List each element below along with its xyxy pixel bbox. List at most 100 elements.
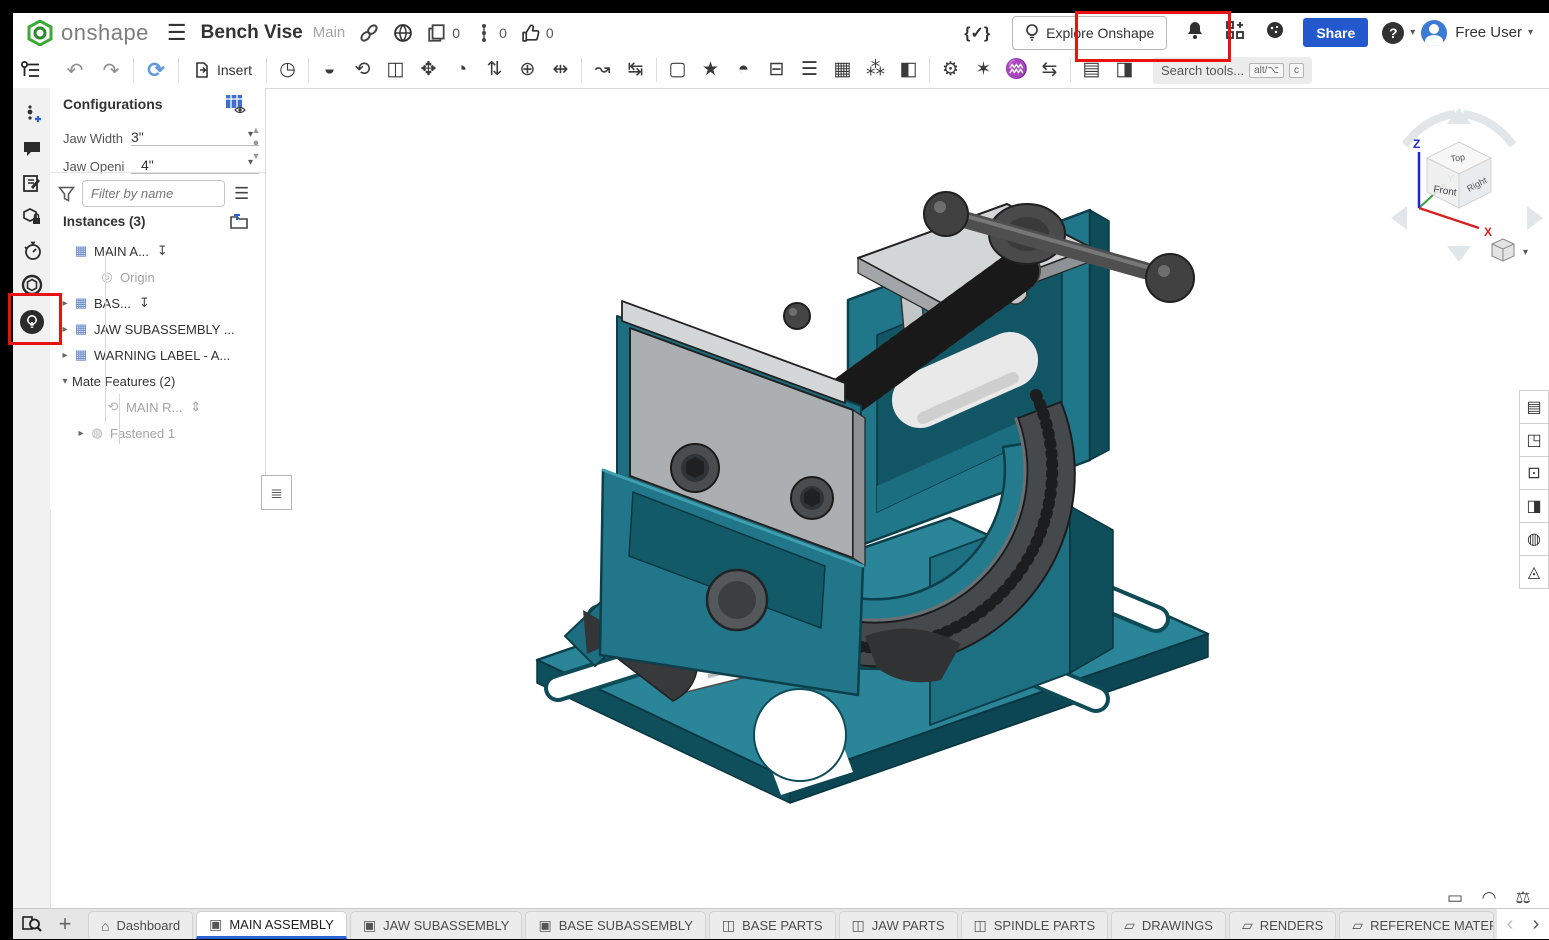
search-tabs-button[interactable]: [13, 909, 50, 939]
help-button[interactable]: ?: [1382, 22, 1404, 44]
public-document-button[interactable]: [393, 23, 413, 43]
insert-favorites-icon[interactable]: ★: [694, 53, 727, 87]
share-link-button[interactable]: [359, 23, 379, 43]
configuration-panel-icon[interactable]: ◳: [1519, 423, 1549, 457]
replace-instance-icon[interactable]: ◓: [727, 53, 760, 87]
toggle-relations-icon[interactable]: ⇆: [1033, 53, 1066, 87]
tab-drawings[interactable]: ▱DRAWINGS: [1111, 911, 1226, 939]
tree-chevron-icon[interactable]: ▸: [58, 298, 72, 309]
slider-mate-icon[interactable]: ⇅: [478, 53, 511, 87]
snap-mode-icon[interactable]: ↝: [586, 53, 619, 87]
notifications-button[interactable]: [1185, 20, 1205, 45]
scroll-down-icon[interactable]: ▼: [252, 150, 261, 163]
tree-chevron-icon[interactable]: ▸: [58, 324, 72, 335]
search-tools-input[interactable]: Search tools... alt/⌥ c: [1153, 57, 1312, 84]
fold-icon[interactable]: ◧: [892, 53, 925, 87]
tree-item-main-r[interactable]: ⟲MAIN R...⇕: [50, 394, 265, 420]
tree-chevron-icon[interactable]: ▾: [58, 376, 72, 387]
privacy-settings-button[interactable]: [1265, 20, 1285, 45]
section-view-icon[interactable]: ◨: [1519, 489, 1549, 523]
linear-pattern-icon[interactable]: ☰: [793, 53, 826, 87]
bom-icon[interactable]: ▤: [1075, 53, 1108, 87]
help-caret-icon[interactable]: ▾: [1410, 27, 1415, 38]
movable-jaw[interactable]: [600, 301, 865, 695]
filter-by-name-input[interactable]: [82, 180, 225, 207]
tree-chevron-icon[interactable]: ▸: [58, 350, 72, 361]
list-view-icon[interactable]: ☰: [234, 184, 249, 204]
performance-panel-button[interactable]: [13, 234, 50, 268]
redo-button[interactable]: ↷: [93, 58, 129, 83]
planar-mate-icon[interactable]: ✥: [412, 53, 445, 87]
tab-renders[interactable]: ▱RENDERS: [1229, 911, 1336, 939]
ball-mate-icon[interactable]: ◔: [445, 53, 478, 87]
tangent-mate-icon[interactable]: ⇹: [544, 53, 577, 87]
rack-pinion-icon[interactable]: ♒: [1000, 53, 1033, 87]
document-menu-icon[interactable]: ☰: [167, 20, 187, 46]
sprocket-relation-icon[interactable]: ✶: [967, 53, 1000, 87]
share-button[interactable]: Share: [1303, 18, 1368, 47]
replicate-icon[interactable]: ⁂: [859, 53, 892, 87]
tree-item-main-a[interactable]: ▦MAIN A...↧: [50, 238, 265, 264]
tab-jaw-parts[interactable]: ◫JAW PARTS: [839, 911, 958, 939]
tree-item-bas[interactable]: ▸▦BAS...↧: [50, 290, 265, 316]
properties-panel-button[interactable]: [13, 200, 50, 234]
user-name[interactable]: Free User: [1455, 24, 1522, 41]
view-cube[interactable]: Y Top Front Right Z X ▾: [1385, 100, 1549, 270]
onshape-logo[interactable]: onshape: [27, 20, 149, 46]
insert-button[interactable]: Insert: [183, 61, 262, 79]
filter-icon[interactable]: [58, 186, 75, 202]
versions-panel-button[interactable]: [13, 98, 50, 132]
tab-main-assembly[interactable]: ▣MAIN ASSEMBLY: [196, 911, 347, 939]
user-menu-caret-icon[interactable]: ▾: [1528, 27, 1533, 38]
pin-slot-mate-icon[interactable]: ⊕: [511, 53, 544, 87]
named-positions-icon[interactable]: ◨: [1108, 53, 1141, 87]
cylindrical-mate-icon[interactable]: ◫: [379, 53, 412, 87]
view-mode-button[interactable]: ▾: [1492, 239, 1528, 261]
feature-list-button[interactable]: [14, 53, 48, 87]
tips-panel-button[interactable]: [13, 305, 50, 339]
featurescript-icon[interactable]: {✓}: [964, 23, 990, 43]
measure-length-icon[interactable]: ▭: [1438, 888, 1472, 908]
mate-icon[interactable]: ◒: [313, 53, 346, 87]
jaw-width-select[interactable]: 3" ▾: [131, 129, 259, 146]
tab-base-parts[interactable]: ◫BASE PARTS: [709, 911, 836, 939]
appearances-icon[interactable]: ◍: [1519, 522, 1549, 556]
configuration-table-icon[interactable]: [225, 94, 247, 119]
measure-distance-icon[interactable]: ↹: [619, 53, 652, 87]
notes-panel-button[interactable]: [13, 166, 50, 200]
undo-button[interactable]: ↶: [57, 58, 93, 83]
tree-item-fastened-1[interactable]: ▸◍Fastened 1: [50, 420, 265, 446]
add-tab-button[interactable]: +: [50, 909, 80, 939]
sync-button[interactable]: ⟳: [138, 58, 174, 83]
add-instance-icon[interactable]: [230, 214, 249, 235]
tree-item-mate-features-2[interactable]: ▾Mate Features (2): [50, 368, 265, 394]
tree-item-origin[interactable]: ◎Origin: [50, 264, 265, 290]
explore-onshape-button[interactable]: Explore Onshape: [1012, 16, 1167, 50]
measure-angle-icon[interactable]: ◠: [1472, 888, 1506, 908]
likes-stat[interactable]: 0: [521, 23, 554, 43]
grid-pattern-icon[interactable]: ▦: [826, 53, 859, 87]
tab-base-subassembly[interactable]: ▣BASE SUBASSEMBLY: [525, 911, 705, 939]
tree-item-jaw-subassembly[interactable]: ▸▦JAW SUBASSEMBLY ...: [50, 316, 265, 342]
tree-item-warning-label-a[interactable]: ▸▦WARNING LABEL - A...: [50, 342, 265, 368]
select-region-icon[interactable]: ▢: [661, 53, 694, 87]
config-scrollbar[interactable]: ▲ ● ▼: [249, 124, 263, 163]
tab-spindle-parts[interactable]: ◫SPINDLE PARTS: [961, 911, 1109, 939]
history-icon[interactable]: ◷: [271, 53, 304, 87]
bench-vise-model[interactable]: [265, 88, 1515, 908]
tab-jaw-subassembly[interactable]: ▣JAW SUBASSEMBLY: [350, 911, 523, 939]
user-avatar[interactable]: [1421, 20, 1447, 46]
gear-relation-icon[interactable]: ⚙: [934, 53, 967, 87]
edit-in-context-icon[interactable]: ⊟: [760, 53, 793, 87]
bom-panel-icon[interactable]: ▤: [1519, 390, 1549, 424]
exploded-views-icon[interactable]: ◬: [1519, 555, 1549, 589]
display-states-icon[interactable]: ⊡: [1519, 456, 1549, 490]
revolute-mate-icon[interactable]: ⟲: [346, 53, 379, 87]
scroll-thumb[interactable]: ●: [253, 137, 260, 150]
app-store-button[interactable]: [1225, 20, 1245, 45]
learning-center-button[interactable]: [13, 268, 50, 302]
comments-panel-button[interactable]: [13, 132, 50, 166]
scroll-up-icon[interactable]: ▲: [252, 124, 261, 137]
tabs-scroll-right-icon[interactable]: ›: [1533, 913, 1540, 936]
mass-properties-icon[interactable]: ⚖: [1506, 888, 1540, 908]
